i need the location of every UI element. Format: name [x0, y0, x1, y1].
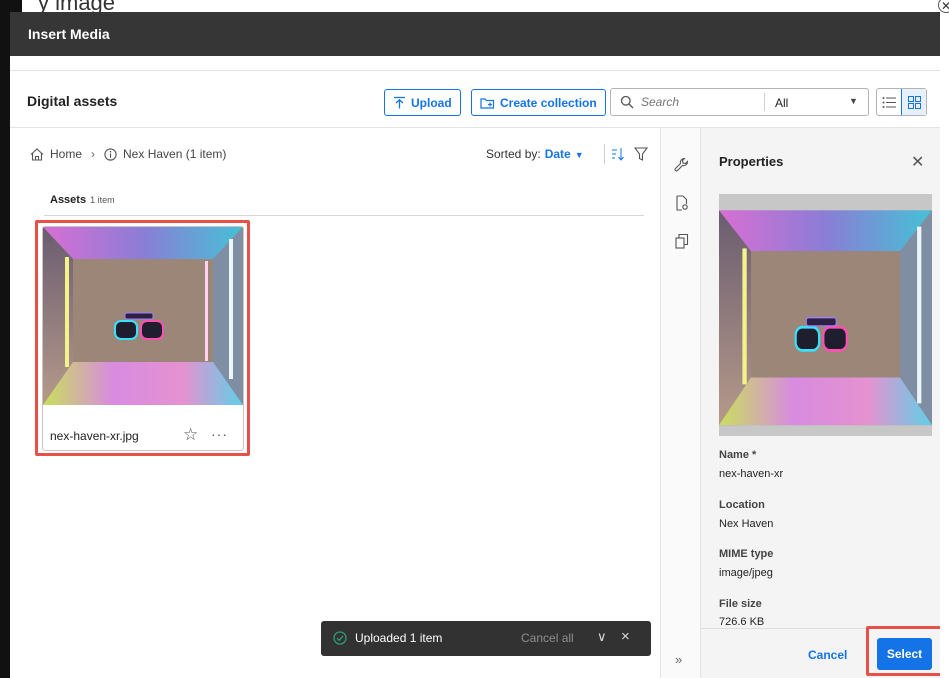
breadcrumb: Home › Nex Haven (1 item) [30, 147, 226, 161]
upload-label: Upload [411, 95, 452, 110]
check-circle-icon [333, 631, 347, 645]
mime-type-label: MIME type [719, 548, 774, 560]
properties-panel: Properties ✕ Name * nex-haven-xr Locatio… [701, 128, 940, 678]
sort-divider [604, 144, 605, 164]
assets-title: Assets [50, 194, 87, 206]
highlight-select-button [866, 626, 940, 676]
chevron-down-icon[interactable]: ∨ [597, 629, 607, 645]
toolbar-title: Digital assets [27, 93, 118, 109]
divider [44, 215, 644, 216]
sort-label: Sorted by: [486, 147, 541, 161]
location-value: Nex Haven [719, 518, 774, 530]
home-icon[interactable] [30, 147, 44, 161]
properties-title: Properties [719, 154, 784, 169]
cancel-button[interactable]: Cancel [808, 648, 847, 662]
info-icon [104, 147, 117, 161]
sort-control[interactable]: Sorted by: Date ▼ [486, 147, 584, 161]
assets-toolbar: Digital assets Upload Create collection [10, 70, 940, 128]
mime-type-value: image/jpeg [719, 567, 773, 579]
background-left-bar [0, 12, 10, 678]
background-text: y image [38, 0, 115, 12]
close-icon[interactable]: ✕ [911, 152, 924, 172]
close-icon[interactable]: × [621, 628, 630, 645]
filter-icon[interactable] [634, 146, 648, 162]
create-collection-button[interactable]: Create collection [471, 89, 606, 116]
insert-media-dialog: Insert Media Digital assets Upload Creat… [10, 12, 940, 678]
create-collection-icon [480, 97, 495, 109]
double-chevron-right-icon[interactable]: » [675, 652, 682, 667]
chevron-down-icon[interactable]: ▼ [849, 96, 858, 106]
chevron-down-icon[interactable]: ▼ [575, 150, 584, 160]
search-icon [620, 95, 634, 109]
breadcrumb-current: Nex Haven (1 item) [123, 147, 227, 161]
background-dark-block [0, 0, 22, 12]
name-label: Name * [719, 449, 757, 461]
upload-icon [394, 96, 405, 109]
background-page: y image [0, 0, 949, 12]
grid-view-button[interactable] [901, 89, 926, 115]
sort-value[interactable]: Date [545, 147, 571, 161]
side-rail: » [660, 128, 701, 678]
search-input[interactable] [641, 94, 761, 110]
asset-preview-image [719, 194, 932, 436]
list-view-icon [882, 96, 896, 108]
file-size-label: File size [719, 598, 762, 610]
search-field: All ▼ [610, 88, 869, 116]
chevron-right-icon: › [91, 147, 96, 161]
name-value: nex-haven-xr [719, 468, 784, 480]
dialog-header: Insert Media [10, 12, 940, 56]
search-divider [764, 93, 765, 111]
assets-count: 1 item [90, 195, 115, 205]
file-size-value: 726.6 KB [719, 616, 765, 628]
file-preview-icon[interactable] [674, 195, 690, 211]
upload-toast: Uploaded 1 item Cancel all ∨ × [321, 621, 651, 656]
search-scope-select[interactable]: All [775, 96, 788, 110]
sort-order-icon[interactable] [611, 146, 625, 162]
wrench-icon[interactable] [674, 157, 690, 173]
toast-message: Uploaded 1 item [355, 631, 443, 645]
view-toggle [876, 88, 927, 116]
cancel-all-button[interactable]: Cancel all [521, 631, 574, 645]
create-collection-label: Create collection [500, 95, 597, 110]
dialog-title: Insert Media [28, 26, 110, 42]
list-view-button[interactable] [877, 89, 901, 115]
location-label: Location [719, 499, 765, 511]
breadcrumb-home[interactable]: Home [50, 147, 82, 161]
grid-view-icon [907, 95, 921, 109]
assets-section-title: Assets 1 item [50, 194, 115, 206]
highlight-asset-card [35, 220, 250, 456]
copy-icon[interactable] [674, 233, 690, 249]
upload-button[interactable]: Upload [384, 89, 461, 116]
